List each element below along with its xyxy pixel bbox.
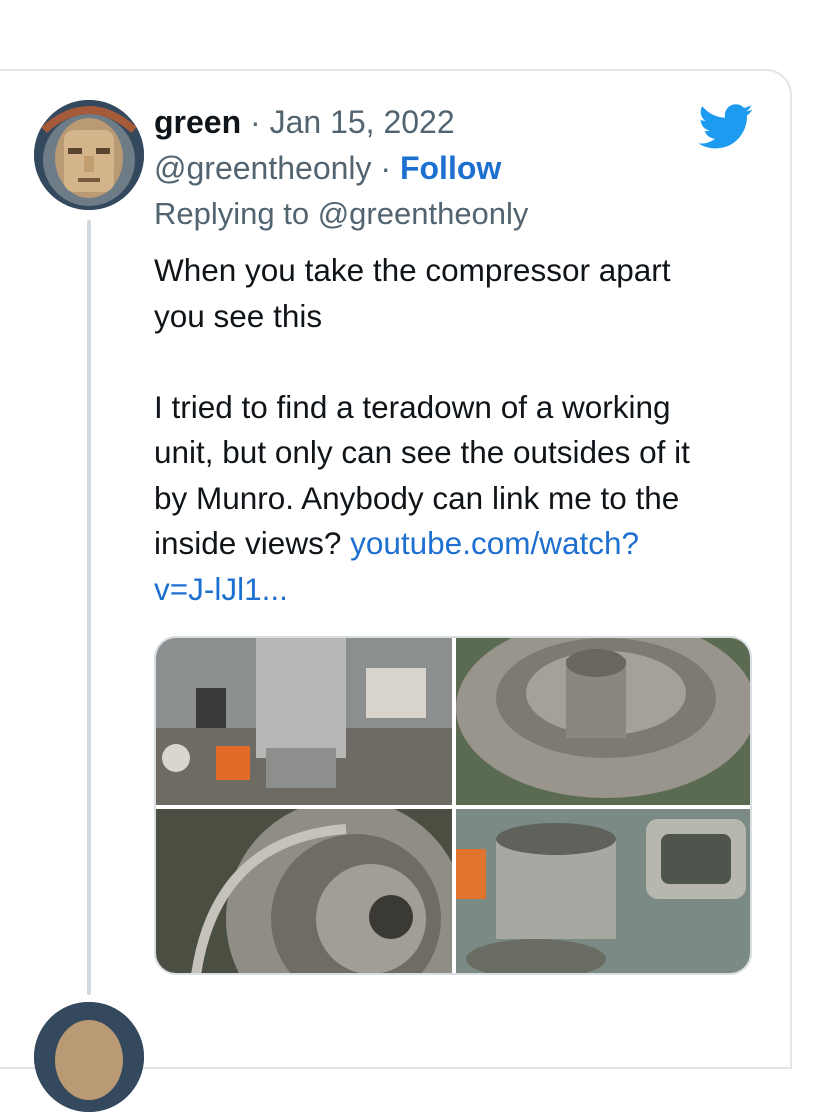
author-handle[interactable]: @greentheonly	[154, 150, 372, 186]
handle-row: @greentheonly · Follow	[154, 148, 501, 188]
media-photo-3[interactable]	[156, 809, 452, 973]
separator-dot: ·	[250, 104, 261, 140]
author-name[interactable]: green	[154, 104, 241, 140]
author-avatar[interactable]	[34, 100, 144, 210]
youtube-link-continued[interactable]: v=J-lJl1...	[154, 571, 288, 607]
twitter-bird-icon[interactable]	[698, 104, 754, 150]
tweet-date[interactable]: Jan 15, 2022	[270, 104, 455, 140]
avatar-image	[34, 1002, 144, 1112]
media-photo-4[interactable]	[456, 809, 750, 973]
youtube-link[interactable]: youtube.com/watch?	[350, 525, 639, 561]
replying-to: Replying to @greentheonly	[154, 196, 529, 231]
tweet-text-segment: inside views?	[154, 525, 351, 561]
tweet-text-line: you see this	[154, 297, 323, 334]
tweet-text-line: by Munro. Anybody can link me to the	[154, 479, 680, 516]
tweet-text-line: unit, but only can see the outsides of i…	[154, 434, 690, 470]
media-photo-2[interactable]	[456, 638, 750, 805]
next-reply-avatar[interactable]	[34, 1002, 144, 1112]
tweet-header: green · Jan 15, 2022	[154, 102, 455, 142]
tweet-text-line: When you take the compressor apart	[154, 252, 671, 288]
tweet-text-line: I tried to find a teradown of a working	[154, 388, 671, 425]
follow-button[interactable]: Follow	[400, 150, 501, 186]
thread-connector-line	[87, 220, 91, 995]
media-grid	[154, 636, 752, 975]
media-photo-1[interactable]	[156, 638, 452, 805]
tweet-body: When you take the compressor apart you s…	[154, 248, 774, 612]
tweet-text-line: inside views? youtube.com/watch?	[154, 521, 774, 567]
avatar-image	[34, 100, 144, 210]
separator-dot: ·	[380, 150, 392, 186]
